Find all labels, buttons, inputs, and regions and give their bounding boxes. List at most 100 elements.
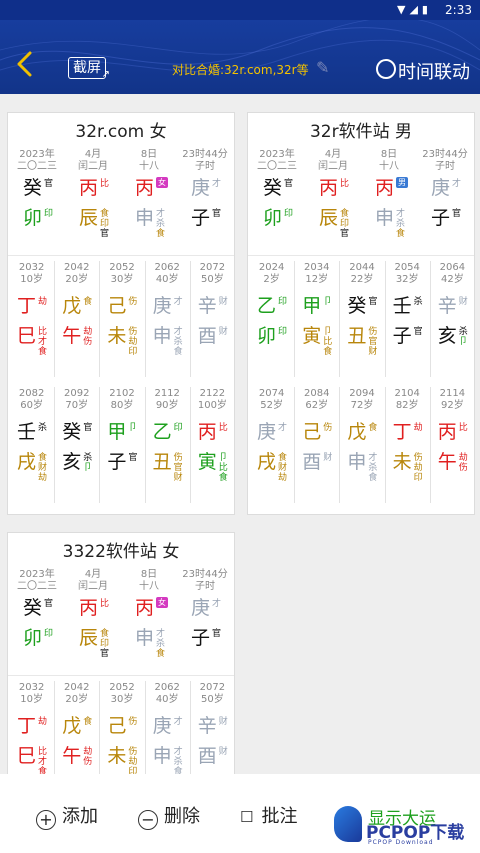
back-button[interactable]: [14, 50, 40, 80]
pillar-branch: 卯: [263, 207, 283, 229]
pillar-stem-tag: 官: [44, 599, 54, 609]
pillar-date-sub: 闰二月: [78, 161, 108, 172]
status-time: 2:33: [445, 3, 472, 17]
dayun-column[interactable]: 2064 42岁辛财亥杀卩: [430, 259, 475, 377]
hidden-stem-tag: 印: [340, 219, 350, 229]
edit-icon[interactable]: ✎: [316, 58, 329, 77]
pillar-stem: 癸: [23, 177, 43, 199]
bazi-card[interactable]: 32r.com 女 2023年 二〇二三癸官卯印 4月 闰二月丙比辰食印官 8日 十八丙女申…: [7, 112, 235, 515]
dayun-age: 42岁: [441, 274, 464, 285]
dayun-column[interactable]: 2032 10岁丁劫巳比才食: [9, 679, 54, 774]
dayun-column[interactable]: 2042 20岁戊食午劫伤: [54, 259, 99, 377]
hidden-stem-tag: 官: [100, 649, 110, 659]
status-bar: ▼◢▮ 2:33: [0, 0, 480, 20]
hidden-stem-tag: 官: [340, 229, 350, 239]
bazi-card[interactable]: 32r软件站 男 2023年 二〇二三癸官卯印 4月 闰二月丙比辰食印官 8日 十八丙男申才…: [247, 112, 475, 515]
dayun-column[interactable]: 2122 100岁丙比寅卩比食: [190, 385, 235, 503]
pillar-branch-tag: 印: [44, 629, 54, 639]
dayun-branch: 巳: [17, 745, 37, 767]
dayun-column[interactable]: 2072 50岁辛财酉财: [190, 259, 235, 377]
dayun-column[interactable]: 2082 60岁壬杀戌食财劫: [9, 385, 54, 503]
dayun-branch-tag: 比: [38, 327, 48, 337]
dayun-age: 60岁: [20, 400, 43, 411]
dayun-stem-tag: 才: [173, 717, 183, 727]
card-title: 32r软件站 男: [309, 122, 413, 142]
chevron-left-icon: [17, 51, 32, 77]
dayun-column[interactable]: 2092 70岁癸官亥杀卩: [54, 385, 99, 503]
dayun-stem-tag: 印: [278, 297, 288, 307]
dayun-age: 82岁: [395, 400, 419, 411]
bazi-card[interactable]: 3322软件站 女 2023年 二〇二三癸官卯印 4月 闰二月丙比辰食印官 8日 十八丙女申…: [7, 532, 235, 774]
dayun-column[interactable]: 2052 30岁己伤未伤劫印: [99, 679, 144, 774]
dayun-stem-tag: 食: [83, 297, 93, 307]
dayun-column[interactable]: 2112 90岁乙印丑伤官财: [145, 385, 190, 503]
dayun-stem: 辛: [197, 715, 217, 737]
dayun-column[interactable]: 2102 80岁甲卩子官: [99, 385, 144, 503]
dayun-column[interactable]: 2072 50岁辛财酉财: [190, 679, 235, 774]
hidden-stem-tag: 印: [100, 219, 110, 229]
dayun-branch-tag: 伤: [128, 327, 138, 337]
dayun-branch-tag: 才: [173, 327, 183, 337]
dayun-column[interactable]: 2062 40岁庚才申才杀食: [145, 259, 190, 377]
pillar-stem: 庚: [191, 177, 211, 199]
dayun-stem: 戊: [347, 421, 367, 443]
hidden-stem-tag: 食: [156, 649, 166, 659]
dayun-branch: 卯: [257, 325, 277, 347]
note-button[interactable]: ☐ 批注: [240, 802, 297, 828]
dayun-stem-tag: 卩: [128, 423, 138, 433]
dayun-column[interactable]: 2114 92岁丙比午劫伤: [430, 385, 475, 503]
time-sync-label: 时间联动: [398, 62, 470, 83]
dayun-column[interactable]: 2044 22岁癸官丑伤官财: [339, 259, 384, 377]
dayun-branch: 寅: [197, 451, 217, 473]
pillar-stem: 丙: [79, 597, 99, 619]
dayun-stem: 壬: [17, 421, 37, 443]
hidden-stem-tag: 杀: [396, 219, 406, 229]
dayun-column[interactable]: 2062 40岁庚才申才杀食: [145, 679, 190, 774]
hidden-stem-tag: 财: [173, 473, 183, 483]
dayun-column[interactable]: 2054 32岁壬杀子官: [385, 259, 430, 377]
hidden-stem-tag: 食: [218, 473, 228, 483]
dayun-year: 2074: [258, 388, 285, 399]
screenshot-button[interactable]: 截屏 ↗: [68, 57, 110, 80]
pillar-date: 23时44分: [182, 569, 228, 580]
dayun-age: 62岁: [305, 400, 329, 411]
delete-button[interactable]: − 删除: [138, 802, 200, 830]
dayun-stem-tag: 食: [368, 423, 378, 433]
app-header: 截屏 ↗ 对比合婚:32r.com,32r等 ✎ 时间联动: [0, 20, 480, 94]
dayun-age: 22岁: [350, 274, 374, 285]
delete-label: 删除: [164, 806, 200, 827]
pillar-column: 23时44分 子时庚才子官: [177, 149, 233, 259]
pillar-stem: 癸: [23, 597, 43, 619]
dayun-branch: 寅: [302, 325, 322, 347]
dayun-column[interactable]: 2052 30岁己伤未伤劫印: [99, 259, 144, 377]
hidden-stem-tag: 财: [38, 463, 48, 473]
pillar-branch-tag: 官: [212, 629, 222, 639]
dayun-branch: 亥: [62, 451, 82, 473]
pillar-column: 4月 闰二月丙比辰食印官: [305, 149, 361, 259]
hidden-stem-tag: 官: [100, 229, 110, 239]
hidden-stem-tag: 食: [38, 767, 48, 774]
dayun-year: 2034: [304, 262, 330, 273]
hidden-stem-tag: 食: [173, 767, 183, 774]
compare-marriage-text[interactable]: 对比合婚:32r.com,32r等: [172, 61, 309, 78]
dayun-column[interactable]: 2104 82岁丁劫未伤劫印: [385, 385, 430, 503]
hidden-stem-tag: 食: [173, 347, 183, 357]
card-title: 3322软件站 女: [62, 542, 180, 562]
dayun-column[interactable]: 2042 20岁戊食午劫伤: [54, 679, 99, 774]
dayun-column[interactable]: 2094 72岁戊食申才杀食: [339, 385, 384, 503]
dayun-age: 92岁: [441, 400, 464, 411]
add-button[interactable]: + 添加: [36, 802, 98, 830]
dayun-year: 2062: [154, 682, 180, 693]
dayun-column[interactable]: 2074 52岁庚才戌食财劫: [249, 385, 294, 503]
dayun-column[interactable]: 2032 10岁丁劫巳比才食: [9, 259, 54, 377]
dayun-column[interactable]: 2084 62岁己伤酉财: [294, 385, 339, 503]
dayun-column[interactable]: 2034 12岁甲卩寅卩比食: [294, 259, 339, 377]
chart-list[interactable]: 32r.com 女 2023年 二〇二三癸官卯印 4月 闰二月丙比辰食印官 8日 十八丙女申…: [0, 94, 480, 774]
dayun-age: 10岁: [20, 694, 43, 705]
dayun-stem-tag: 伤: [128, 297, 138, 307]
dayun-column[interactable]: 2024 2岁乙印卯印: [249, 259, 294, 377]
pillar-column: 4月 闰二月丙比辰食印官: [65, 569, 121, 679]
dayun-age: 90岁: [155, 400, 179, 411]
pillar-stem-tag: 官: [284, 179, 294, 189]
radio-icon[interactable]: [376, 59, 396, 79]
